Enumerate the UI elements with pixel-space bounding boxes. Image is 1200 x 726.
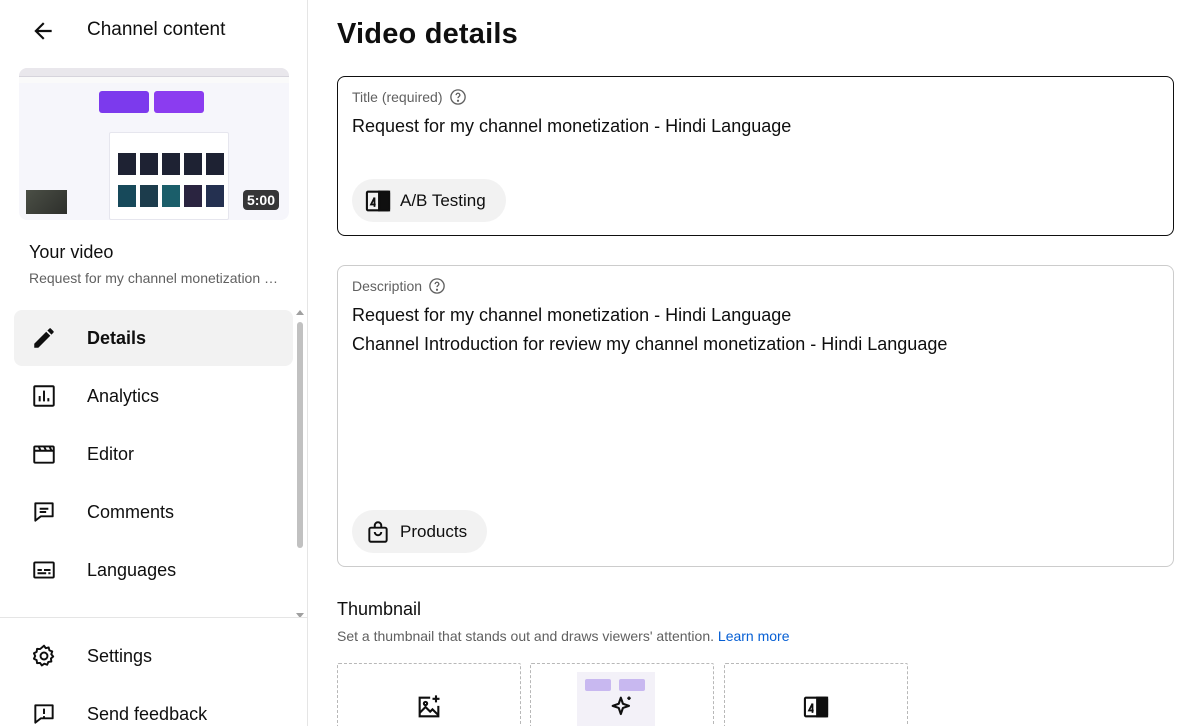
thumbnail-section-description: Set a thumbnail that stands out and draw… xyxy=(337,628,790,644)
video-thumbnail[interactable]: 5:00 xyxy=(19,68,289,220)
sidebar-item-analytics[interactable]: Analytics xyxy=(14,368,293,424)
sidebar-item-details[interactable]: Details xyxy=(14,310,293,366)
sidebar-item-label: Details xyxy=(87,327,147,348)
subtitles-icon xyxy=(30,556,58,584)
arrow-left-icon xyxy=(34,22,52,40)
webcam-overlay xyxy=(26,190,67,214)
auto-generated-sparkle-icon xyxy=(607,692,637,722)
pencil-icon xyxy=(30,324,58,352)
upload-thumbnail-option[interactable] xyxy=(337,663,521,726)
sidebar-item-label: Languages xyxy=(87,559,177,580)
thumbnail-description-text: Set a thumbnail that stands out and draw… xyxy=(337,628,715,644)
scroll-up-icon[interactable] xyxy=(296,310,304,315)
feedback-icon xyxy=(30,700,58,726)
preview-card xyxy=(585,679,611,691)
thumb-preview-tile xyxy=(118,153,136,175)
thumb-preview-tile xyxy=(140,153,158,175)
thumb-preview-card xyxy=(154,91,204,113)
sidebar-header-title: Channel content xyxy=(87,19,226,40)
sidebar-item-label: Comments xyxy=(87,501,175,522)
your-video-heading: Your video xyxy=(29,242,114,262)
sidebar-item-settings[interactable]: Settings xyxy=(14,628,293,684)
thumb-preview-tile xyxy=(162,185,180,207)
thumbnail-section-title: Thumbnail xyxy=(337,599,422,619)
analytics-icon xyxy=(30,382,58,410)
title-field-label: Title (required) xyxy=(352,89,443,105)
ab-testing-label: A/B Testing xyxy=(400,190,486,210)
sidebar: Channel content 5:00 Your video Request … xyxy=(0,0,308,726)
ab-test-icon xyxy=(801,692,831,722)
help-icon[interactable] xyxy=(449,88,467,106)
help-icon[interactable] xyxy=(428,277,446,295)
thumb-url-bar xyxy=(19,77,289,83)
your-video-title: Request for my channel monetization - Hi… xyxy=(29,270,281,286)
scrollbar-thumb[interactable] xyxy=(297,322,303,548)
description-field-label-row: Description xyxy=(352,277,446,295)
video-duration-badge: 5:00 xyxy=(242,190,279,210)
sidebar-item-label: Send feedback xyxy=(87,703,208,724)
products-button[interactable]: Products xyxy=(352,510,488,553)
title-input[interactable]: Request for my channel monetization - Hi… xyxy=(352,112,1159,141)
shopping-bag-icon xyxy=(364,518,392,546)
thumb-preview-tile xyxy=(140,185,158,207)
clapperboard-icon xyxy=(30,440,58,468)
title-field-label-row: Title (required) xyxy=(352,88,467,106)
thumb-preview-tile xyxy=(118,185,136,207)
sidebar-item-label: Settings xyxy=(87,645,153,666)
sidebar-item-editor[interactable]: Editor xyxy=(14,426,293,482)
description-line: Channel Introduction for review my chann… xyxy=(352,334,948,354)
sidebar-item-label: Analytics xyxy=(87,385,160,406)
sidebar-item-label: Editor xyxy=(87,443,135,464)
description-input[interactable]: Request for my channel monetization - Hi… xyxy=(352,301,1159,359)
thumb-preview-tile xyxy=(206,185,224,207)
back-button[interactable] xyxy=(28,16,58,46)
gear-icon xyxy=(30,642,58,670)
preview-card xyxy=(619,679,645,691)
learn-more-link[interactable]: Learn more xyxy=(718,628,790,644)
ab-test-icon xyxy=(364,187,392,215)
main-content: Video details Title (required) Request f… xyxy=(308,0,1200,726)
sidebar-item-send-feedback[interactable]: Send feedback xyxy=(14,686,293,726)
sidebar-item-comments[interactable]: Comments xyxy=(14,484,293,540)
thumb-preview-tile xyxy=(206,153,224,175)
thumb-browser-bar xyxy=(19,68,289,77)
sidebar-scrollbar[interactable] xyxy=(296,310,304,618)
thumb-preview-panel xyxy=(109,132,229,220)
thumb-preview-card xyxy=(99,91,149,113)
thumb-preview-tile xyxy=(184,185,202,207)
thumb-preview-tile xyxy=(162,153,180,175)
page-title: Video details xyxy=(337,18,518,50)
title-field[interactable]: Title (required) Request for my channel … xyxy=(337,76,1174,236)
thumb-preview-tile xyxy=(184,153,202,175)
sidebar-item-languages[interactable]: Languages xyxy=(14,542,293,598)
description-field-label: Description xyxy=(352,278,423,294)
upload-image-icon xyxy=(414,692,444,722)
auto-generated-thumbnail-option[interactable] xyxy=(530,663,714,726)
description-line: Request for my channel monetization - Hi… xyxy=(352,305,792,325)
sidebar-divider xyxy=(0,617,307,618)
products-label: Products xyxy=(400,521,468,541)
comment-icon xyxy=(30,498,58,526)
description-field[interactable]: Description Request for my channel monet… xyxy=(337,265,1174,567)
ab-testing-button[interactable]: A/B Testing xyxy=(352,179,506,222)
ab-test-thumbnail-option[interactable] xyxy=(724,663,908,726)
